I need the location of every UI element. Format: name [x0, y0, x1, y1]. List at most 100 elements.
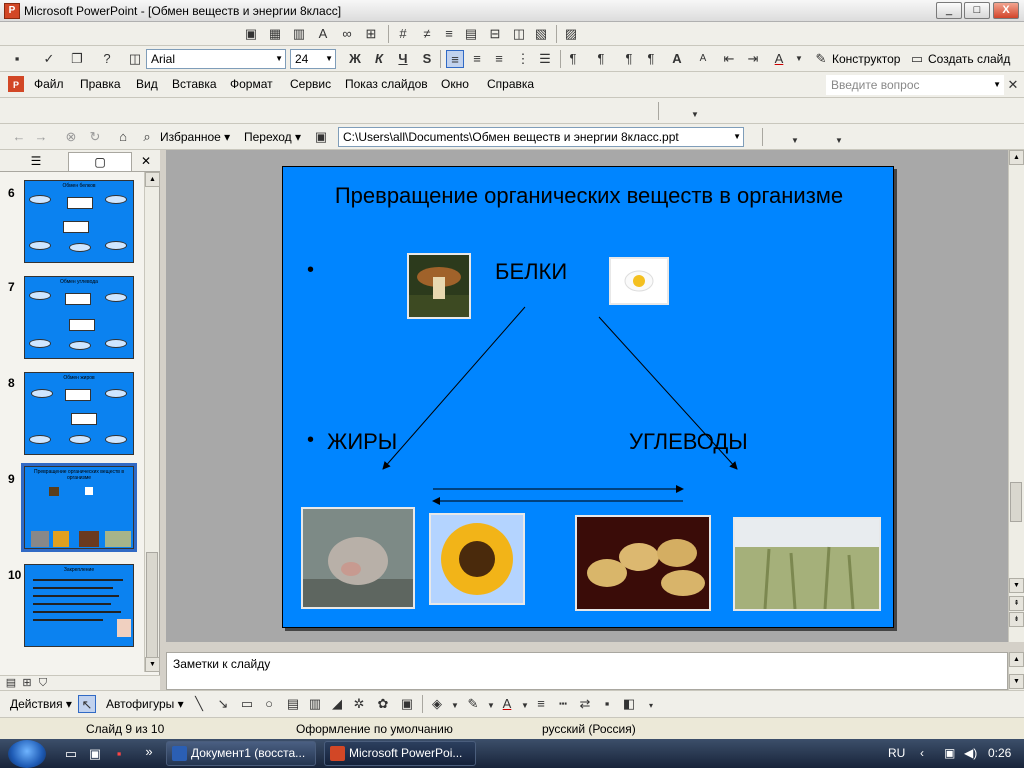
- font-color-icon[interactable]: A: [770, 50, 788, 68]
- format-icon[interactable]: ▧: [532, 25, 550, 43]
- show-web-toolbar-icon[interactable]: ▣: [312, 128, 330, 146]
- line-color-icon[interactable]: ✎: [464, 695, 482, 713]
- current-slide[interactable]: Превращение органических веществ в орган…: [282, 166, 894, 628]
- line-style-icon[interactable]: ≡: [440, 25, 458, 43]
- scroll-thumb[interactable]: [146, 552, 158, 670]
- autoshapes-menu[interactable]: Автофигуры ▾: [106, 697, 184, 711]
- menu-format[interactable]: Формат: [230, 77, 273, 91]
- vertical-textbox-icon[interactable]: ▥: [306, 695, 324, 713]
- spelling-icon[interactable]: ✓: [40, 50, 58, 68]
- potato-picture[interactable]: [575, 515, 711, 611]
- insert-picture-icon[interactable]: ▣: [242, 25, 260, 43]
- show-formatting-icon[interactable]: ≠: [418, 25, 436, 43]
- decrease-indent-icon[interactable]: ⇤: [720, 50, 738, 68]
- menu-edit[interactable]: Правка: [80, 77, 121, 91]
- maximize-button[interactable]: □: [964, 2, 990, 19]
- chevron-down-icon[interactable]: ▼: [686, 106, 704, 124]
- scroll-up-icon[interactable]: ▲: [1009, 652, 1024, 667]
- shadow-style-icon[interactable]: ▪: [598, 695, 616, 713]
- 3d-style-icon[interactable]: ◧: [620, 695, 638, 713]
- scroll-thumb[interactable]: [1010, 482, 1022, 522]
- minimize-button[interactable]: _: [936, 2, 962, 19]
- picture-icon[interactable]: ▣: [398, 695, 416, 713]
- recolor-icon[interactable]: ▨: [562, 25, 580, 43]
- thumbnail-slide-10[interactable]: Закрепление: [24, 564, 134, 647]
- italic-button[interactable]: К: [370, 50, 388, 68]
- insert-chart-icon[interactable]: ▥: [290, 25, 308, 43]
- numbered-list-icon[interactable]: ⋮: [514, 50, 532, 68]
- forward-icon[interactable]: →: [32, 128, 50, 146]
- designer-icon[interactable]: ✎: [812, 50, 830, 68]
- home-icon[interactable]: ⌂: [114, 128, 132, 146]
- help-question-input[interactable]: Введите вопрос ▼: [826, 75, 1004, 95]
- menu-tools[interactable]: Сервис: [290, 77, 331, 91]
- font-color-icon[interactable]: A: [498, 695, 516, 713]
- rtl-paragraph-icon[interactable]: ¶: [642, 50, 660, 68]
- slides-panel-scrollbar[interactable]: ▲ ▼: [144, 172, 160, 672]
- next-slide-icon[interactable]: ⇟: [1009, 612, 1024, 627]
- pig-picture[interactable]: [301, 507, 415, 609]
- go-menu[interactable]: Переход ▾: [244, 130, 301, 144]
- menu-view[interactable]: Вид: [136, 77, 158, 91]
- arrow-style-icon[interactable]: ⇄: [576, 695, 594, 713]
- search-web-icon[interactable]: ⌕: [138, 128, 156, 146]
- back-icon[interactable]: ←: [10, 128, 28, 146]
- bold-button[interactable]: Ж: [346, 50, 364, 68]
- scroll-down-icon[interactable]: ▼: [145, 657, 160, 672]
- menu-help[interactable]: Справка: [487, 77, 534, 91]
- quicklaunch-icon[interactable]: ▣: [86, 745, 104, 763]
- volume-icon[interactable]: ◀): [964, 746, 977, 760]
- tray-expand-icon[interactable]: ‹: [920, 746, 924, 760]
- scroll-up-icon[interactable]: ▲: [1009, 150, 1024, 165]
- bullet-list-icon[interactable]: ☰: [536, 50, 554, 68]
- font-name-select[interactable]: Arial ▼: [146, 49, 286, 69]
- increase-font-icon[interactable]: A: [668, 50, 686, 68]
- chevron-down-icon[interactable]: ▼: [830, 132, 848, 150]
- select-pointer-icon[interactable]: ↖: [78, 695, 96, 713]
- thumbnail-slide-8[interactable]: Обмен жиров: [24, 372, 134, 455]
- notes-scrollbar[interactable]: ▲ ▼: [1008, 652, 1024, 690]
- arrow-proteins-to-carbs[interactable]: [598, 316, 738, 470]
- save-icon[interactable]: ▪: [8, 50, 26, 68]
- fill-color-icon[interactable]: ◈: [428, 695, 446, 713]
- menu-insert[interactable]: Вставка: [172, 77, 217, 91]
- textbox-icon[interactable]: ▤: [284, 695, 302, 713]
- increase-indent-icon[interactable]: ⇥: [744, 50, 762, 68]
- clock[interactable]: 0:26: [988, 746, 1011, 760]
- refresh-icon[interactable]: ↻: [86, 128, 104, 146]
- oval-icon[interactable]: ○: [260, 695, 278, 713]
- favorites-menu[interactable]: Избранное ▾: [160, 130, 230, 144]
- thumbnail-slide-6[interactable]: Обмен белков: [24, 180, 134, 263]
- actions-menu[interactable]: Действия ▾: [10, 697, 72, 711]
- show-grid-icon[interactable]: #: [394, 25, 412, 43]
- new-slide-icon[interactable]: ▭: [908, 50, 926, 68]
- font-size-select[interactable]: 24 ▼: [290, 49, 336, 69]
- help-icon[interactable]: ?: [98, 50, 116, 68]
- thumbnail-slide-9[interactable]: Превращение органических веществ в орган…: [21, 463, 137, 552]
- menu-window[interactable]: Окно: [441, 77, 469, 91]
- language-indicator[interactable]: RU: [888, 746, 905, 760]
- align-left-icon[interactable]: ≡: [446, 50, 464, 68]
- notes-pane[interactable]: Заметки к слайду: [166, 652, 1008, 690]
- address-field[interactable]: C:\Users\all\Documents\Обмен веществ и э…: [338, 127, 744, 147]
- taskbar-word-document[interactable]: Документ1 (восста...: [166, 741, 316, 766]
- dash-style-icon[interactable]: ┅: [554, 695, 572, 713]
- border-icon[interactable]: ▤: [462, 25, 480, 43]
- rtl-icon[interactable]: ¶: [592, 50, 610, 68]
- designer-button[interactable]: Конструктор: [832, 52, 900, 66]
- arrow-proteins-to-fats[interactable]: [382, 306, 526, 470]
- align-icon[interactable]: ⊟: [486, 25, 504, 43]
- copy-icon[interactable]: ❐: [68, 50, 86, 68]
- clipart-icon[interactable]: ✿: [374, 695, 392, 713]
- chevron-down-icon[interactable]: ▼: [446, 697, 464, 715]
- menu-file[interactable]: Файл: [34, 77, 64, 91]
- rectangle-icon[interactable]: ▭: [238, 695, 256, 713]
- line-style-icon[interactable]: ≡: [532, 695, 550, 713]
- chevron-down-icon[interactable]: ▼: [786, 132, 804, 150]
- decrease-font-icon[interactable]: A: [694, 50, 712, 68]
- scroll-up-icon[interactable]: ▲: [145, 172, 160, 187]
- document-icon[interactable]: P: [8, 76, 24, 92]
- more-icon[interactable]: »: [140, 743, 158, 761]
- sunflower-picture[interactable]: [429, 513, 525, 605]
- insert-table-icon[interactable]: ▦: [266, 25, 284, 43]
